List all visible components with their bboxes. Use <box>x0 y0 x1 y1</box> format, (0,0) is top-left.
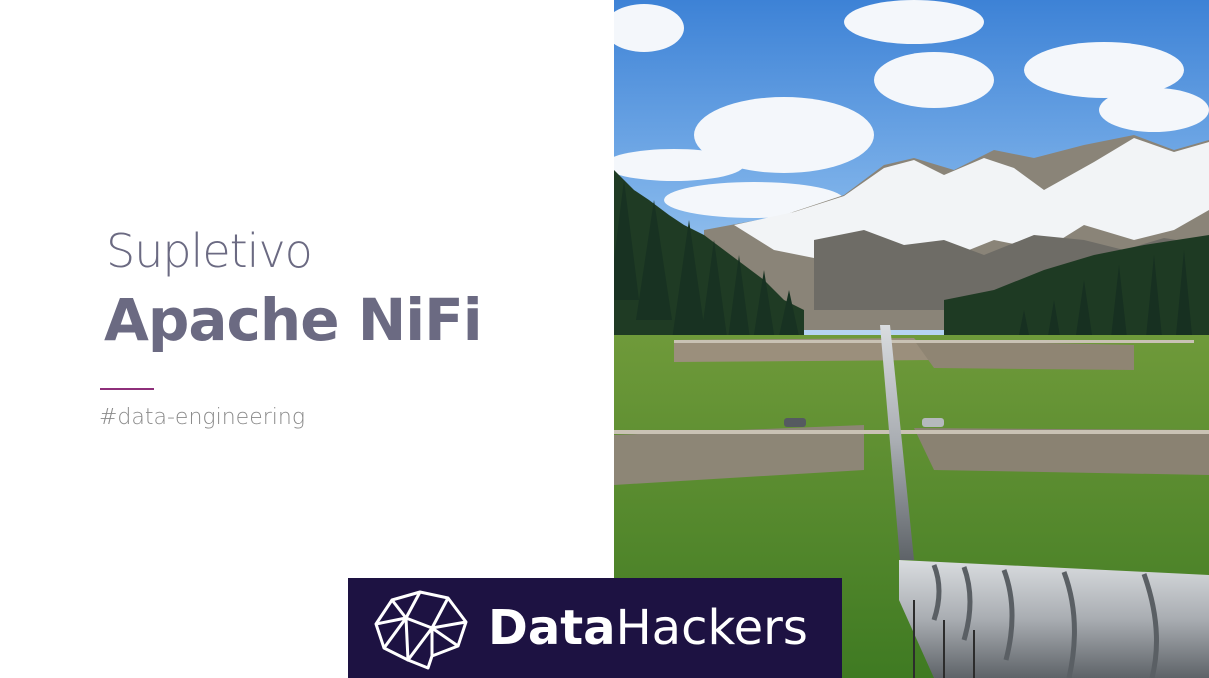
slide-title: Apache NiFi <box>104 286 483 354</box>
title-divider <box>100 388 154 390</box>
slide-subtitle: Supletivo <box>106 224 313 278</box>
datahackers-wordmark: DataHackers <box>488 600 808 656</box>
pipeline-landscape-photo <box>614 0 1209 678</box>
brain-network-icon <box>374 590 468 670</box>
slide: Supletivo Apache NiFi #data-engineering <box>0 0 1209 678</box>
wordmark-hackers: Hackers <box>615 600 808 656</box>
wordmark-data: Data <box>488 600 616 656</box>
hashtag-label: #data-engineering <box>99 405 306 430</box>
datahackers-logo-banner: DataHackers <box>348 578 842 678</box>
